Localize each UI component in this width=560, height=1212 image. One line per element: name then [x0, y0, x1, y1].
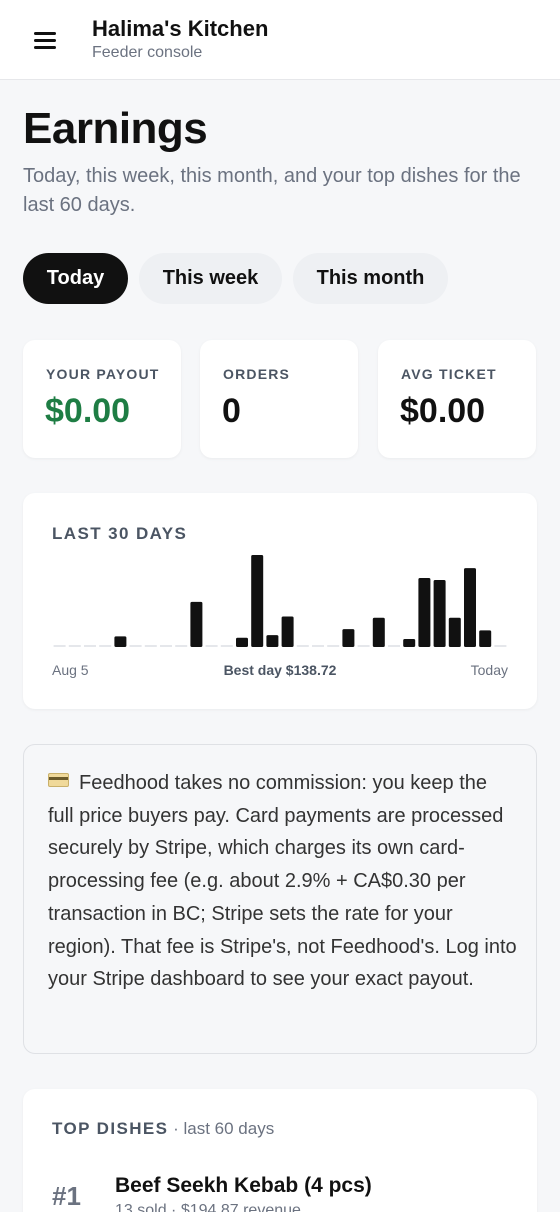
chart-best-day: Best day $138.72 [223, 662, 337, 678]
top-dishes-title: TOP DISHES [52, 1119, 169, 1138]
top-dishes-card: TOP DISHES · last 60 days #1 Beef Seekh … [23, 1089, 537, 1212]
chart-bar-empty [388, 645, 400, 647]
notice-body: Feedhood takes no commission: you keep t… [48, 772, 517, 991]
commission-notice: Feedhood takes no commission: you keep t… [23, 744, 537, 1054]
chart-bar-empty [205, 645, 218, 647]
chart-bar-empty [99, 645, 112, 647]
avg-ticket-card: AVG TICKET $0.00 [378, 340, 536, 458]
orders-label: ORDERS [223, 366, 291, 382]
kitchen-name: Halima's Kitchen [92, 16, 269, 41]
chart-bar-empty [84, 645, 96, 647]
chart-bar-empty [53, 645, 66, 647]
chart-bar [403, 639, 416, 647]
chart-title: LAST 30 DAYS [52, 524, 188, 543]
avg-ticket-label: AVG TICKET [401, 366, 497, 382]
chart-bar [418, 578, 431, 647]
chart-bar-empty [357, 645, 370, 647]
top-bar: Halima's Kitchen Feeder console [0, 0, 560, 80]
chart-bar [372, 617, 385, 647]
dish-rank: #1 [52, 1181, 81, 1211]
console-subtitle: Feeder console [92, 44, 203, 61]
chart-bar-empty [129, 645, 142, 647]
notice-text: Feedhood takes no commission: you keep t… [48, 767, 518, 996]
chart-bar [190, 601, 203, 647]
top-dishes-heading: TOP DISHES · last 60 days [52, 1119, 274, 1139]
credit-card-icon [48, 773, 69, 787]
tab-this-week[interactable]: This week [139, 253, 282, 304]
payout-label: YOUR PAYOUT [46, 366, 160, 382]
chart-bar [114, 636, 127, 647]
bar-chart [53, 555, 507, 647]
chart-bar [266, 635, 279, 647]
hamburger-menu-icon[interactable] [34, 30, 58, 50]
chart-bar [251, 555, 264, 647]
chart-bar [433, 580, 446, 647]
avg-ticket-value: $0.00 [400, 392, 486, 430]
dish-meta: 13 sold · $194.87 revenue [115, 1202, 301, 1212]
chart-bar [479, 630, 492, 647]
chart-bar [281, 616, 294, 647]
chart-bar [236, 637, 248, 647]
payout-card: YOUR PAYOUT $0.00 [23, 340, 181, 458]
dish-name[interactable]: Beef Seekh Kebab (4 pcs) [115, 1174, 372, 1198]
payout-value: $0.00 [45, 392, 131, 430]
page-title: Earnings [23, 104, 208, 153]
tab-today[interactable]: Today [23, 253, 128, 304]
chart-bar-empty [160, 645, 172, 647]
tab-this-month[interactable]: This month [293, 253, 448, 304]
chart-end-label: Today [470, 662, 508, 678]
top-dishes-period: · last 60 days [173, 1119, 275, 1138]
chart-bar [464, 568, 476, 647]
chart-bar-empty [312, 645, 324, 647]
chart-bar-empty [327, 645, 340, 647]
chart-bar-empty [220, 645, 233, 647]
orders-value: 0 [222, 392, 241, 430]
page-subtitle: Today, this week, this month, and your t… [23, 165, 521, 216]
chart-bar-empty [494, 645, 507, 647]
chart-bar [342, 629, 355, 647]
chart-bar-empty [144, 645, 157, 647]
last-30-days-chart-card: LAST 30 DAYS Aug 5 Best day $138.72 Toda… [23, 493, 537, 709]
orders-card: ORDERS 0 [200, 340, 358, 458]
chart-bar-empty [68, 645, 81, 647]
chart-bar-empty [296, 645, 309, 647]
chart-bar-empty [175, 645, 188, 647]
chart-bar [448, 617, 461, 647]
